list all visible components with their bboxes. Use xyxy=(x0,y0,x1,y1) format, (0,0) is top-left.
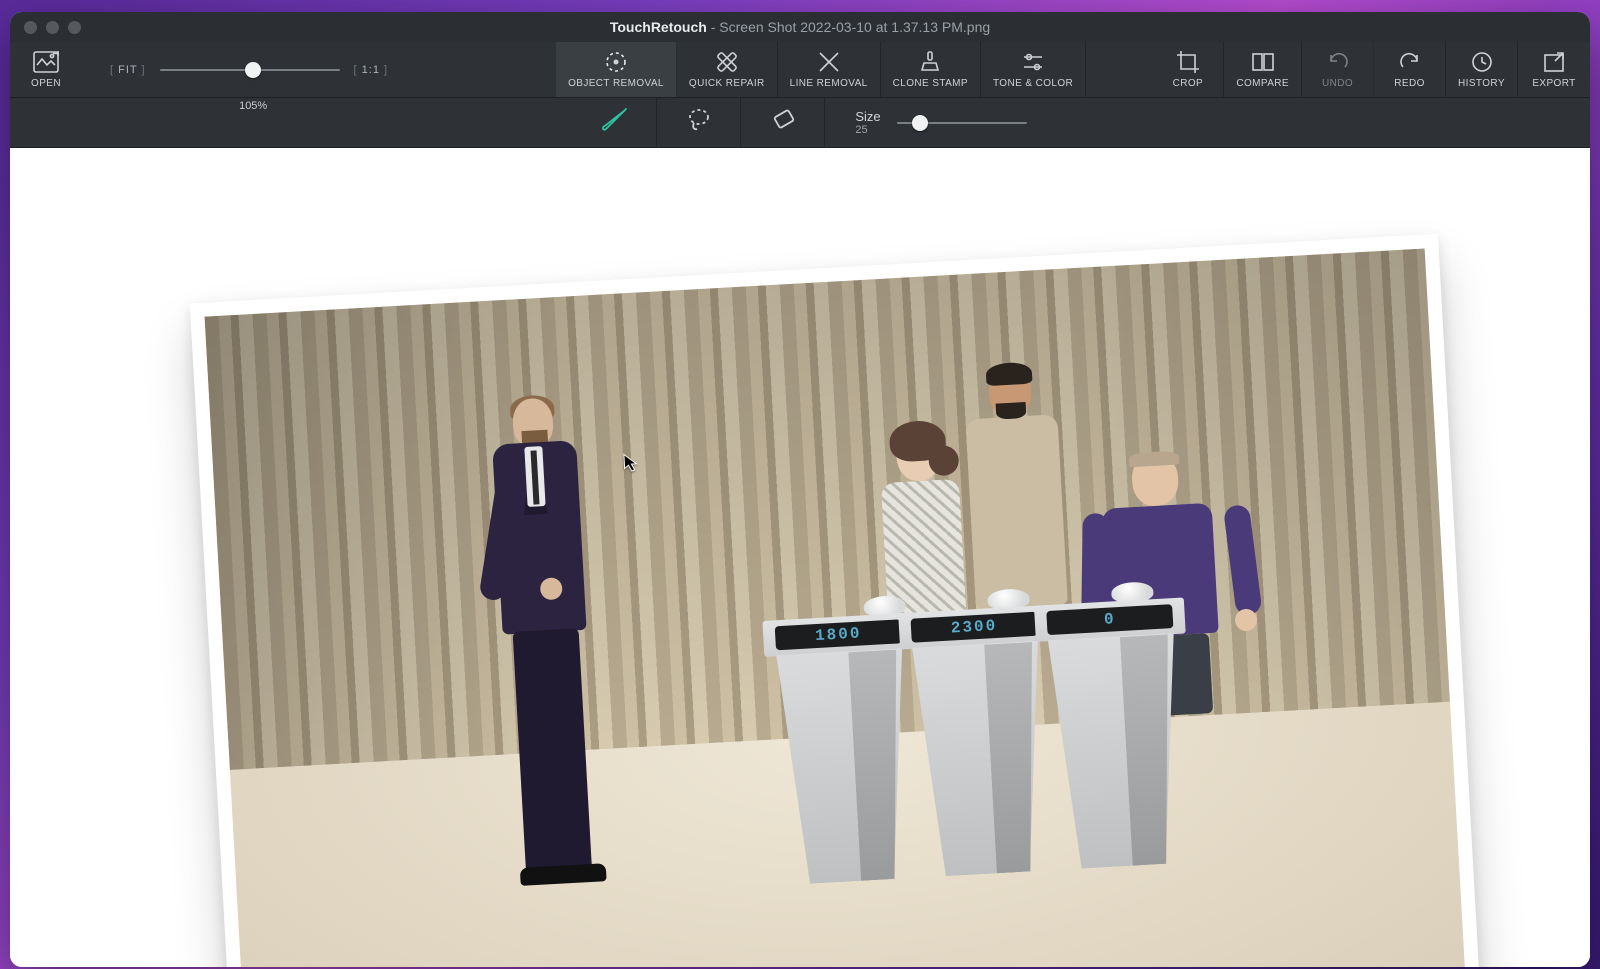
size-control: Size 25 xyxy=(825,109,1026,136)
brush-icon xyxy=(600,105,630,140)
lasso-icon xyxy=(684,105,714,140)
size-slider[interactable] xyxy=(897,111,1027,135)
clone-stamp-icon xyxy=(917,49,943,75)
clone-stamp-label: CLONE STAMP xyxy=(893,78,968,89)
podium-2-score: 2300 xyxy=(910,612,1037,643)
history-button[interactable]: HISTORY xyxy=(1446,42,1518,97)
compare-icon xyxy=(1250,49,1276,75)
image-person-host xyxy=(460,395,617,882)
redo-button[interactable]: REDO xyxy=(1374,42,1446,97)
object-removal-button[interactable]: OBJECT REMOVAL xyxy=(556,42,677,97)
zoom-fit-button[interactable]: FIT xyxy=(110,64,146,76)
brush-tool-button[interactable] xyxy=(573,98,657,147)
clone-stamp-button[interactable]: CLONE STAMP xyxy=(881,42,981,97)
compare-button[interactable]: COMPARE xyxy=(1224,42,1302,97)
app-name: TouchRetouch xyxy=(610,19,707,35)
zoom-slider[interactable]: 105% xyxy=(160,58,340,82)
size-slider-thumb[interactable] xyxy=(912,115,928,131)
quick-repair-label: QUICK REPAIR xyxy=(689,78,765,89)
undo-icon xyxy=(1325,49,1351,75)
line-removal-icon xyxy=(816,49,842,75)
main-toolbar: OPEN FIT 105% 1:1 OBJECT REMOVAL QUICK R… xyxy=(10,42,1590,98)
tone-color-icon xyxy=(1020,49,1046,75)
quick-repair-icon xyxy=(714,49,740,75)
crop-icon xyxy=(1175,49,1201,75)
tone-color-button[interactable]: TONE & COLOR xyxy=(981,42,1086,97)
redo-label: REDO xyxy=(1394,78,1425,89)
podium-3-score: 0 xyxy=(1046,604,1173,635)
open-label: OPEN xyxy=(31,78,61,89)
image-frame: 1800 2300 0 xyxy=(190,234,1480,967)
zoom-controls: FIT 105% 1:1 xyxy=(82,42,416,97)
maximize-window-button[interactable] xyxy=(68,21,81,34)
minimize-window-button[interactable] xyxy=(46,21,59,34)
open-icon xyxy=(33,49,59,75)
eraser-icon xyxy=(768,105,798,140)
crop-button[interactable]: CROP xyxy=(1152,42,1224,97)
size-value: 25 xyxy=(855,124,880,136)
image-podium-3: 0 xyxy=(1034,597,1199,870)
redo-icon xyxy=(1397,49,1423,75)
lasso-tool-button[interactable] xyxy=(657,98,741,147)
history-label: HISTORY xyxy=(1458,78,1505,89)
line-removal-label: LINE REMOVAL xyxy=(790,78,868,89)
quick-repair-button[interactable]: QUICK REPAIR xyxy=(677,42,778,97)
cursor-icon xyxy=(623,453,640,474)
zoom-percent-label: 105% xyxy=(239,100,267,112)
crop-label: CROP xyxy=(1173,78,1204,89)
zoom-1to1-button[interactable]: 1:1 xyxy=(354,64,389,76)
object-removal-label: OBJECT REMOVAL xyxy=(568,78,664,89)
compare-label: COMPARE xyxy=(1236,78,1289,89)
object-removal-icon xyxy=(603,49,629,75)
titlebar: TouchRetouch - Screen Shot 2022-03-10 at… xyxy=(10,12,1590,42)
edited-image[interactable]: 1800 2300 0 xyxy=(205,248,1466,967)
size-label: Size xyxy=(855,109,880,124)
title-separator: - xyxy=(707,19,719,35)
eraser-tool-button[interactable] xyxy=(741,98,825,147)
image-person-contestant-2 xyxy=(949,364,1082,610)
undo-label: UNDO xyxy=(1322,78,1353,89)
canvas-area[interactable]: 1800 2300 0 xyxy=(10,148,1590,967)
export-icon xyxy=(1541,49,1567,75)
window-controls xyxy=(24,21,81,34)
undo-button[interactable]: UNDO xyxy=(1302,42,1374,97)
zoom-slider-thumb[interactable] xyxy=(245,62,261,78)
export-button[interactable]: EXPORT xyxy=(1518,42,1590,97)
tone-color-label: TONE & COLOR xyxy=(993,78,1073,89)
app-window: TouchRetouch - Screen Shot 2022-03-10 at… xyxy=(10,12,1590,967)
export-label: EXPORT xyxy=(1532,78,1575,89)
line-removal-button[interactable]: LINE REMOVAL xyxy=(778,42,881,97)
open-button[interactable]: OPEN xyxy=(10,42,82,97)
file-name: Screen Shot 2022-03-10 at 1.37.13 PM.png xyxy=(719,19,990,35)
window-title: TouchRetouch - Screen Shot 2022-03-10 at… xyxy=(10,19,1590,35)
history-icon xyxy=(1469,49,1495,75)
podium-1-score: 1800 xyxy=(775,619,902,650)
close-window-button[interactable] xyxy=(24,21,37,34)
